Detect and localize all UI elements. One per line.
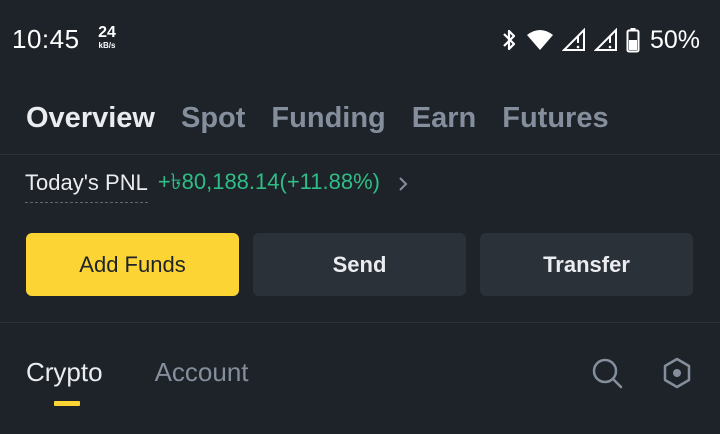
chevron-right-icon xyxy=(399,177,408,191)
status-time: 10:45 xyxy=(12,24,80,54)
tab-overview[interactable]: Overview xyxy=(26,102,155,135)
transfer-button[interactable]: Transfer xyxy=(480,233,693,296)
asset-tabs: Crypto Account xyxy=(26,355,249,406)
search-icon[interactable] xyxy=(590,356,624,390)
status-bar: 10:45 24 kB/s 50% xyxy=(0,0,720,80)
battery-percent: 50% xyxy=(649,25,700,54)
tab-crypto[interactable]: Crypto xyxy=(26,355,103,406)
wifi-icon xyxy=(526,30,553,50)
send-button[interactable]: Send xyxy=(253,233,466,296)
bluetooth-icon xyxy=(503,29,516,51)
todays-pnl-row[interactable]: Today's PNL +৳80,188.14(+11.88%) xyxy=(25,166,408,203)
network-speed-unit: kB/s xyxy=(98,41,116,50)
network-speed-value: 24 xyxy=(98,24,116,41)
signal-icon xyxy=(593,28,617,51)
tab-funding[interactable]: Funding xyxy=(271,102,385,135)
pnl-label: Today's PNL xyxy=(25,170,148,203)
pnl-value: +৳80,188.14(+11.88%) xyxy=(157,168,380,194)
wallet-tabs: Overview Spot Funding Earn Futures xyxy=(26,98,609,138)
tab-futures[interactable]: Futures xyxy=(502,102,608,135)
signal-icon xyxy=(561,28,585,51)
status-icons: 50% xyxy=(500,26,700,54)
tab-earn[interactable]: Earn xyxy=(412,102,476,135)
settings-hexagon-icon[interactable] xyxy=(661,356,693,390)
action-buttons: Add Funds Send Transfer xyxy=(26,233,693,296)
tab-spot[interactable]: Spot xyxy=(181,102,245,135)
divider xyxy=(0,154,720,155)
tab-account[interactable]: Account xyxy=(155,355,249,405)
divider xyxy=(0,322,720,323)
network-speed: 24 kB/s xyxy=(94,25,120,50)
battery-icon xyxy=(626,28,640,53)
add-funds-button[interactable]: Add Funds xyxy=(26,233,239,296)
